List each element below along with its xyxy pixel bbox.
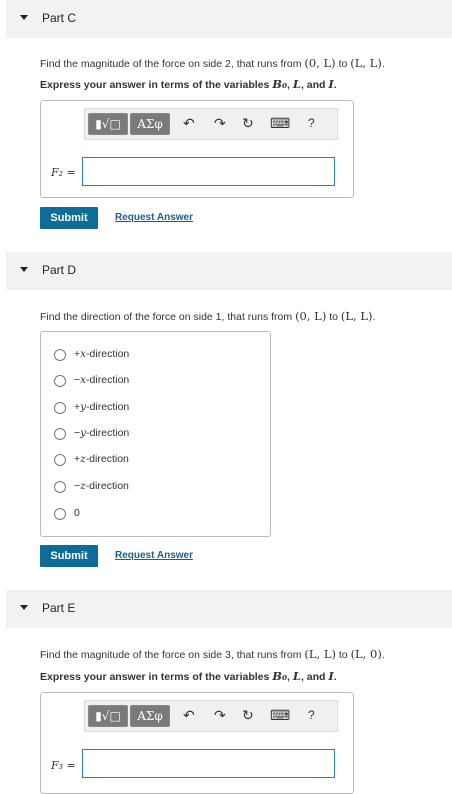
part-e-header[interactable]: Part E: [6, 590, 452, 628]
part-d-submit-button[interactable]: Submit: [40, 545, 98, 567]
part-e-instruction: Express your answer in terms of the vari…: [40, 669, 337, 683]
help-icon[interactable]: ?: [308, 115, 315, 131]
collapse-triangle-icon[interactable]: [20, 605, 28, 610]
part-c-answer-input[interactable]: [82, 157, 335, 186]
undo-icon[interactable]: ↶: [183, 707, 195, 723]
part-c-question: Find the magnitude of the force on side …: [40, 56, 385, 70]
part-c-submit-button[interactable]: Submit: [40, 207, 98, 229]
part-e-answer-box: ▮√□ ΑΣφ ↶ ↷ ↻ ⌨ ? F₃ =: [40, 692, 354, 794]
f3-label: F₃ =: [51, 759, 76, 772]
keyboard-icon[interactable]: ⌨: [270, 115, 290, 131]
part-d-question: Find the direction of the force on side …: [40, 309, 376, 323]
choice-label: −z-direction: [74, 480, 129, 492]
part-d-request-answer-link[interactable]: Request Answer: [115, 550, 193, 561]
redo-icon[interactable]: ↷: [214, 115, 226, 131]
math-toolbar: ▮√□ ΑΣφ ↶ ↷ ↻ ⌨ ?: [84, 108, 338, 140]
part-c-answer-box: ▮√□ ΑΣφ ↶ ↷ ↻ ⌨ ? F₂ =: [40, 100, 354, 198]
part-d-choices: +x-direction −x-direction +y-direction −…: [40, 331, 271, 537]
choice-label: +z-direction: [74, 453, 129, 465]
part-e-answer-input[interactable]: [82, 749, 335, 778]
radio-button[interactable]: [54, 402, 66, 414]
radio-button[interactable]: [54, 428, 66, 440]
part-e-question: Find the magnitude of the force on side …: [40, 647, 385, 661]
radio-button[interactable]: [54, 454, 66, 466]
collapse-triangle-icon[interactable]: [20, 267, 28, 272]
symbols-button[interactable]: ΑΣφ: [130, 705, 170, 727]
help-icon[interactable]: ?: [308, 707, 315, 723]
redo-icon[interactable]: ↷: [214, 707, 226, 723]
part-c-title: Part C: [42, 11, 77, 25]
collapse-triangle-icon[interactable]: [20, 15, 28, 20]
part-c-request-answer-link[interactable]: Request Answer: [115, 212, 193, 223]
undo-icon[interactable]: ↶: [183, 115, 195, 131]
part-d-title: Part D: [42, 263, 77, 277]
templates-button[interactable]: ▮√□: [88, 705, 128, 727]
part-c-instruction: Express your answer in terms of the vari…: [40, 77, 337, 91]
choice-label: +y-direction: [74, 401, 130, 413]
choice-label: −y-direction: [74, 427, 130, 439]
radio-button[interactable]: [54, 375, 66, 387]
radio-button[interactable]: [54, 508, 66, 520]
templates-button[interactable]: ▮√□: [88, 113, 128, 135]
symbols-button[interactable]: ΑΣφ: [130, 113, 170, 135]
f2-label: F₂ =: [51, 166, 76, 179]
choice-label: +x-direction: [74, 348, 130, 360]
reset-icon[interactable]: ↻: [242, 115, 254, 131]
math-toolbar: ▮√□ ΑΣφ ↶ ↷ ↻ ⌨ ?: [84, 700, 338, 732]
keyboard-icon[interactable]: ⌨: [270, 707, 290, 723]
part-d-header[interactable]: Part D: [6, 252, 452, 290]
reset-icon[interactable]: ↻: [242, 707, 254, 723]
part-c-header[interactable]: Part C: [6, 0, 452, 38]
radio-button[interactable]: [54, 349, 66, 361]
part-e-title: Part E: [42, 601, 76, 615]
radio-button[interactable]: [54, 481, 66, 493]
choice-label: −x-direction: [74, 374, 130, 386]
choice-label: 0: [74, 507, 80, 519]
